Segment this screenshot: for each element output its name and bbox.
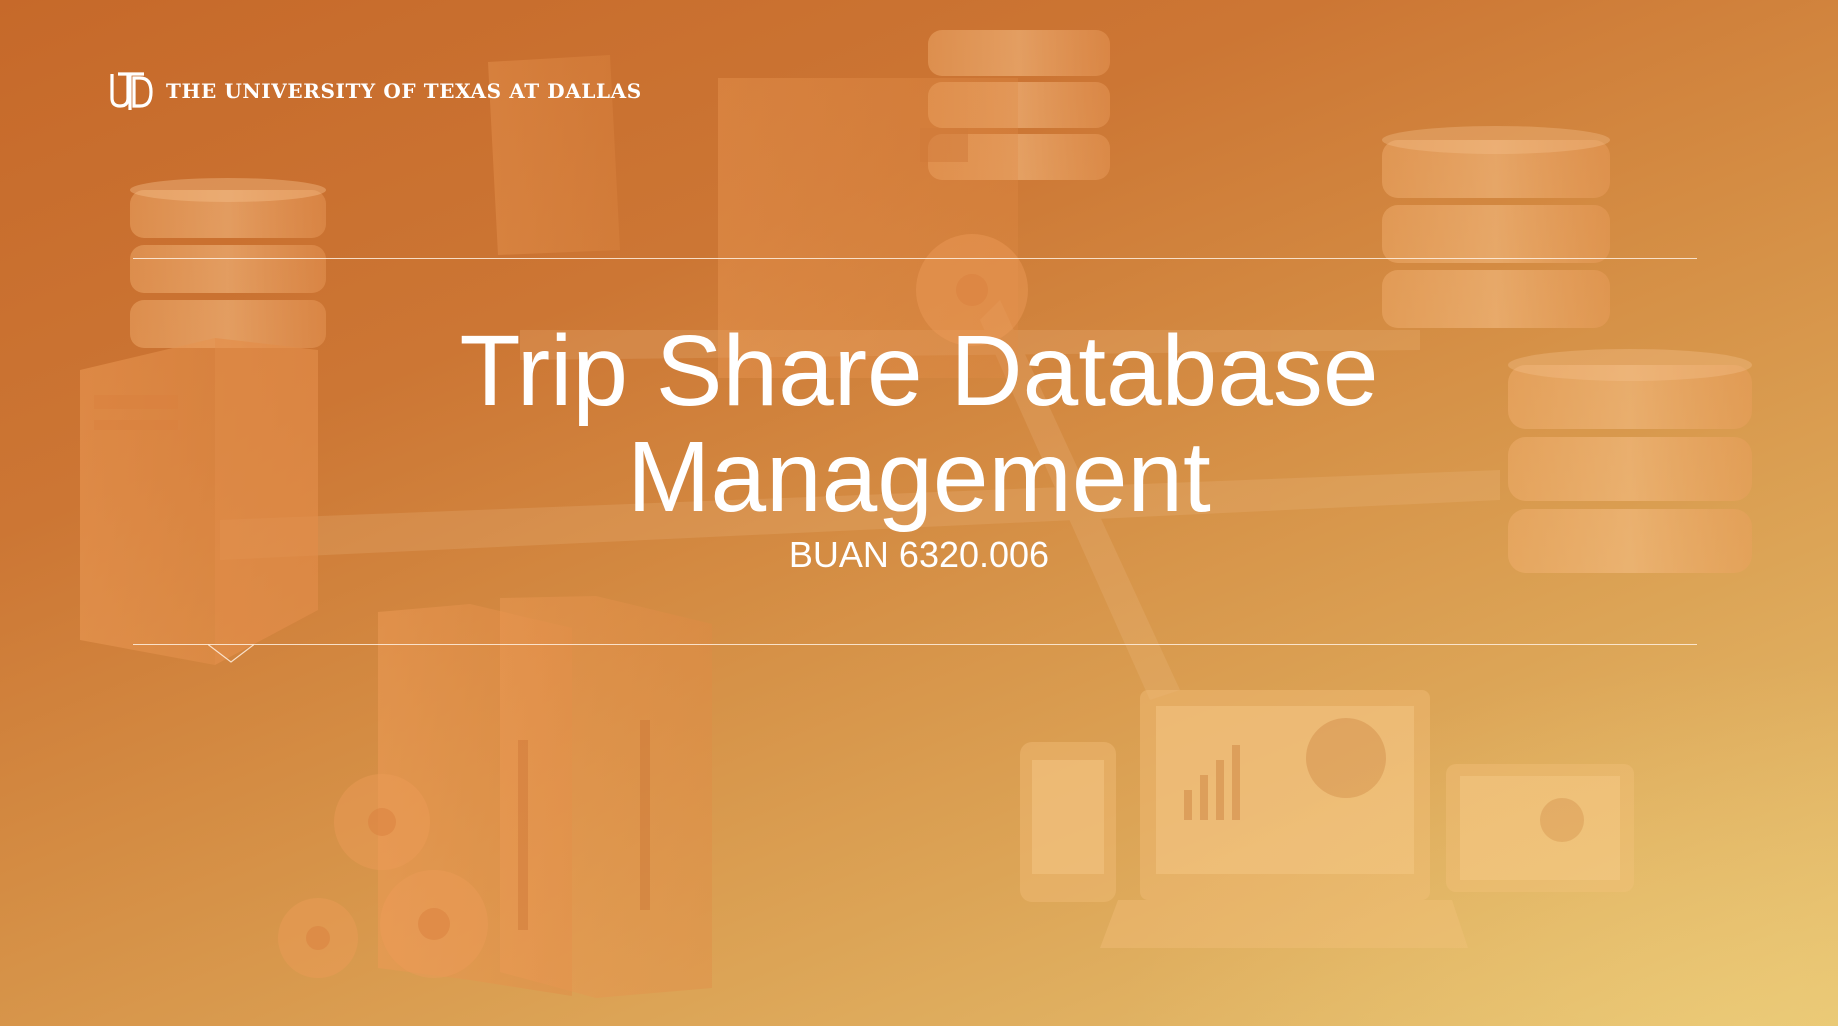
database-icon [1382, 126, 1610, 328]
divider-notch-icon [208, 644, 254, 663]
title-line-1: Trip Share Database [459, 315, 1379, 427]
university-name: THE UNIVERSITY OF TEXAS AT DALLAS [166, 79, 642, 103]
university-brand: THE UNIVERSITY OF TEXAS AT DALLAS [108, 70, 642, 112]
laptop-chart-icon [1100, 690, 1468, 948]
course-code: BUAN 6320.006 [788, 534, 1050, 575]
title-line-2: Management [627, 421, 1211, 533]
tablet-chart-icon [1446, 764, 1634, 892]
top-divider [133, 258, 1697, 259]
utd-monogram-icon [108, 70, 154, 112]
title-slide: THE UNIVERSITY OF TEXAS AT DALLAS Trip S… [0, 0, 1838, 1026]
slide-title: Trip Share Database Management [0, 318, 1838, 530]
phone-chart-icon [1020, 742, 1116, 902]
bottom-divider [133, 644, 1697, 645]
